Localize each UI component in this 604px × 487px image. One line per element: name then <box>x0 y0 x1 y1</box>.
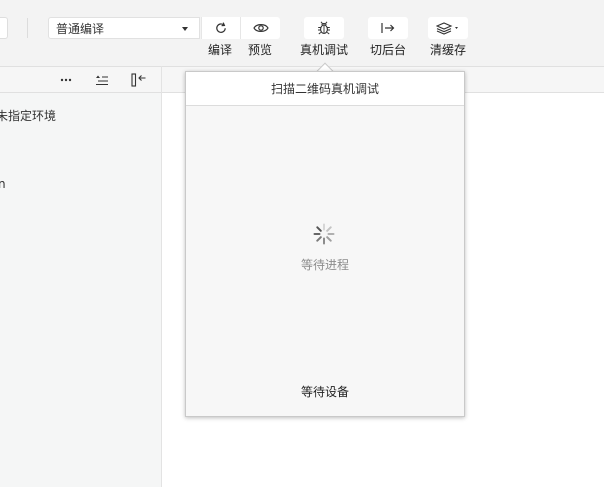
spinner-tick <box>326 236 332 242</box>
popup-title: 扫描二维码真机调试 <box>186 72 464 106</box>
clear-cache-button[interactable]: 清缓存 <box>427 17 469 62</box>
compile-label: 编译 <box>207 43 232 57</box>
remote-debug-label: 真机调试 <box>299 43 348 57</box>
env-status-text: 未指定环境 <box>0 109 57 123</box>
bug-icon <box>318 21 330 35</box>
switch-background-button[interactable]: 切后台 <box>365 17 411 62</box>
left-panel-header <box>0 66 161 93</box>
loading-spinner-icon <box>313 223 335 245</box>
compile-mode-select[interactable]: 普通编译 <box>48 17 200 39</box>
preview-icon-box[interactable] <box>240 17 280 39</box>
clear-cache-icon-box[interactable] <box>428 17 468 39</box>
sort-icon[interactable] <box>94 72 110 88</box>
switch-background-icon <box>381 23 395 33</box>
toolbar-divider <box>27 18 28 38</box>
toolbar-left-input[interactable] <box>0 17 8 39</box>
layers-icon <box>436 22 458 35</box>
compile-icon-box[interactable] <box>200 17 240 39</box>
spinner-tick <box>316 236 322 242</box>
remote-debug-popup: 扫描二维码真机调试 等待进程 等待设备 <box>185 71 465 417</box>
switch-background-icon-box[interactable] <box>368 17 408 39</box>
waiting-device-text: 等待设备 <box>300 385 349 399</box>
preview-button[interactable]: 预览 <box>240 17 280 62</box>
remote-debug-button[interactable]: 真机调试 <box>297 17 351 62</box>
refresh-icon <box>215 22 226 33</box>
clear-cache-label: 清缓存 <box>429 43 466 57</box>
compile-button[interactable]: 编译 <box>200 17 240 62</box>
eye-icon <box>252 24 269 32</box>
switch-background-label: 切后台 <box>369 43 406 57</box>
collapse-panel-icon[interactable] <box>131 72 147 88</box>
waiting-process-text: 等待进程 <box>300 258 349 272</box>
ide-window: 普通编译 编译 预览 真机调试 切后台 清缓存 未指定环境 n 扫描二维码真机调… <box>0 0 604 487</box>
left-panel-text: n <box>0 177 6 191</box>
remote-debug-icon-box[interactable] <box>304 17 344 39</box>
preview-label: 预览 <box>247 43 272 57</box>
compile-mode-value: 普通编译 <box>56 21 105 36</box>
left-panel: 未指定环境 n <box>0 66 162 487</box>
more-icon[interactable] <box>58 72 74 88</box>
caret-down-icon <box>182 27 188 31</box>
toolbar: 普通编译 编译 预览 真机调试 切后台 清缓存 <box>0 0 604 66</box>
spinner-tick <box>316 226 322 232</box>
spinner-tick <box>326 226 332 232</box>
